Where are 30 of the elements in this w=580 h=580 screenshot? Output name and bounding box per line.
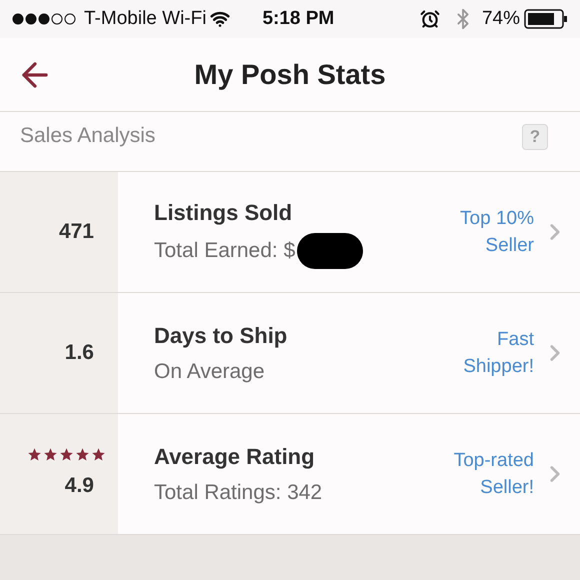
seller-badge-text: Fast	[497, 328, 534, 352]
stat-title: Average Rating	[154, 442, 316, 471]
signal-icon	[12, 13, 76, 25]
star-icon	[91, 446, 106, 462]
stat-value: 4.9	[64, 472, 94, 499]
battery-icon	[524, 9, 568, 29]
stat-subtitle: Total Earned: $	[154, 238, 296, 264]
stat-value: 1.6	[64, 340, 94, 366]
battery-percent: 74%	[482, 6, 520, 31]
stat-subtitle: On Average	[154, 358, 265, 385]
star-icon	[75, 446, 90, 462]
carrier-name: T-Mobile Wi-Fi	[84, 6, 206, 31]
star-icon	[27, 446, 42, 462]
seller-badge-text: Seller	[485, 234, 534, 258]
page-title: My Posh Stats	[194, 58, 386, 92]
stat-subtitle: Total Ratings: 342	[154, 480, 322, 506]
help-button[interactable]: ?	[522, 124, 548, 150]
stat-value: 471	[58, 219, 94, 246]
seller-badge-text: Top 10%	[460, 207, 534, 231]
alarm-icon	[420, 9, 440, 29]
clock-time: 5:18 PM	[262, 6, 334, 31]
stat-title: Listings Sold	[154, 198, 294, 227]
section-title: Sales Analysis	[20, 123, 156, 149]
star-icon	[59, 446, 74, 462]
seller-badge-text: Seller!	[480, 476, 534, 500]
seller-badge-text: Shipper!	[463, 355, 534, 379]
wifi-icon	[210, 9, 230, 29]
stat-title: Days to Ship	[154, 322, 288, 350]
star-icon	[43, 446, 58, 462]
seller-badge-text: Top-rated	[454, 449, 534, 473]
